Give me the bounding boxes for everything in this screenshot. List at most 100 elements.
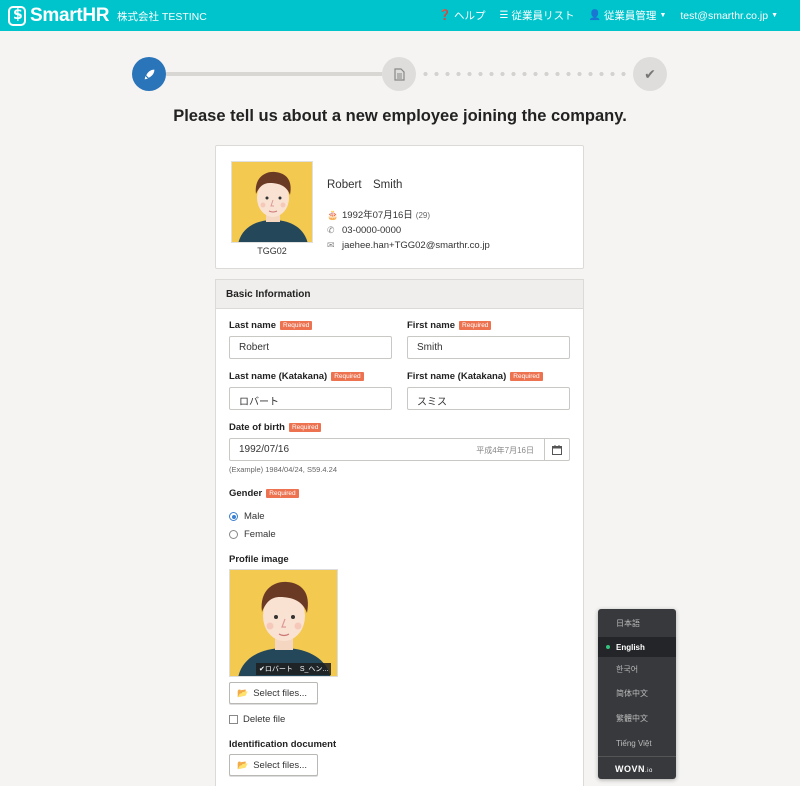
dob-example: (Example) 1984/04/24, S59.4.24 (229, 465, 337, 474)
wovn-brand-suffix: .io (645, 768, 653, 774)
select-files-label: Select files... (253, 687, 308, 699)
step-1-rocket (132, 57, 166, 91)
required-badge: Required (288, 423, 322, 432)
wovn-brand: WOVN (615, 764, 645, 774)
logo-icon (8, 6, 26, 26)
phone-row: ✆ 03-0000-0000 (327, 223, 490, 238)
first-name-label: First name Required (407, 320, 492, 331)
employee-name: Robert Smith (327, 179, 403, 191)
wovn-logo[interactable]: WOVN.io (615, 764, 653, 774)
profile-file-name: ✔ロバート S_ヘン... (256, 663, 332, 675)
lang-traditional-chinese[interactable]: 繁體中文 (598, 708, 676, 728)
dob-value: 1992/07/16 (239, 444, 290, 455)
first-name-kana-label: First name (Katakana) Required (407, 371, 543, 382)
avatar-illustration (232, 162, 312, 242)
last-name-input[interactable]: Robert (229, 336, 392, 359)
last-name-label-text: Last name (229, 320, 276, 331)
last-name-kana-input[interactable]: ロバート (229, 387, 392, 410)
document-icon (393, 67, 405, 81)
caret-down-icon: ▼ (659, 12, 667, 19)
first-name-label-text: First name (407, 320, 456, 331)
calendar-button[interactable] (544, 439, 569, 460)
list-icon: ☰ (499, 10, 509, 21)
gender-label: Gender Required (229, 488, 299, 499)
help-label: ヘルプ (454, 10, 486, 22)
gender-male-label: Male (244, 511, 265, 522)
user-email: test@smarthr.co.jp (680, 9, 769, 22)
required-badge: Required (459, 321, 492, 330)
smarthr-logo[interactable]: SmartHR (8, 5, 110, 27)
rocket-icon (144, 69, 154, 79)
phone-icon: ✆ (327, 225, 335, 235)
employee-summary-card: TGG02 Robert Smith 🎂 1992年07月16日 (29) ✆ … (215, 145, 584, 269)
employee-code: TGG02 (257, 246, 287, 256)
first-name-input[interactable]: Smith (407, 336, 570, 359)
lang-korean[interactable]: 한국어 (598, 659, 676, 679)
step-2-document (382, 57, 416, 91)
birth-date: 1992年07月16日 (342, 210, 413, 221)
first-name-kana-input[interactable]: スミス (407, 387, 570, 410)
required-badge: Required (266, 489, 299, 498)
select-id-files-button[interactable]: 📂 Select files... (229, 754, 318, 776)
employee-management-menu[interactable]: 👤 従業員管理 ▼ (588, 8, 666, 23)
dob-label-text: Date of birth (229, 422, 285, 433)
delete-file-checkbox[interactable]: Delete file (229, 714, 285, 725)
folder-open-icon: 📂 (237, 759, 249, 770)
calendar-icon (552, 444, 562, 455)
page-title: Please tell us about a new employee join… (173, 107, 627, 125)
select-files-label: Select files... (253, 759, 308, 771)
user-menu[interactable]: test@smarthr.co.jp ▼ (680, 8, 778, 23)
birth-row: 🎂 1992年07月16日 (29) (327, 208, 490, 223)
email-address: jaehee.han+TGG02@smarthr.co.jp (342, 240, 490, 251)
top-header: SmartHR 株式会社 TESTINC ❓ ヘルプ ☰ 従業員リスト 👤 従業… (0, 0, 800, 31)
lang-english[interactable]: English (598, 637, 676, 657)
caret-down-icon: ▼ (771, 12, 778, 19)
checkbox-icon (229, 715, 238, 724)
stepper-dotted-line (420, 72, 630, 76)
question-circle-icon: ❓ (438, 10, 452, 21)
select-files-button[interactable]: 📂 Select files... (229, 682, 318, 704)
age: (29) (415, 211, 431, 220)
help-link[interactable]: ❓ ヘルプ (439, 8, 486, 23)
divider (598, 756, 676, 757)
section-title: Basic Information (216, 280, 583, 309)
required-badge: Required (280, 321, 313, 330)
folder-open-icon: 📂 (237, 687, 249, 698)
employee-avatar (231, 161, 313, 243)
gender-label-text: Gender (229, 488, 263, 499)
gender-female-label: Female (244, 529, 276, 540)
stepper-line (166, 72, 382, 76)
required-badge: Required (510, 372, 543, 381)
radio-selected-icon (229, 512, 238, 521)
profile-image-preview: ✔ロバート S_ヘン... (229, 569, 338, 677)
radio-unselected-icon (229, 530, 238, 539)
first-name-kana-label-text: First name (Katakana) (407, 371, 507, 382)
profile-illustration (230, 570, 337, 676)
envelope-icon: ✉ (327, 240, 335, 250)
gender-male-radio[interactable]: Male (229, 511, 265, 522)
check-icon: ✔ (644, 65, 656, 82)
profile-image-label: Profile image (229, 554, 289, 565)
phone-number: 03-0000-0000 (342, 225, 402, 236)
gender-female-radio[interactable]: Female (229, 529, 276, 540)
header-nav: ❓ ヘルプ ☰ 従業員リスト 👤 従業員管理 ▼ test@smarthr.co… (425, 8, 778, 23)
last-name-kana-label-text: Last name (Katakana) (229, 371, 328, 382)
id-document-label: Identification document (229, 739, 337, 750)
lang-vietnamese[interactable]: Tiếng Việt (598, 733, 676, 753)
language-switcher: 日本語 English 한국어 简体中文 繁體中文 Tiếng Việt WOV… (598, 609, 676, 779)
dob-label: Date of birth Required (229, 422, 322, 433)
user-icon: 👤 (588, 10, 601, 21)
dob-input[interactable]: 1992/07/16 平成4年7月16日 (229, 438, 570, 461)
email-row: ✉ jaehee.han+TGG02@smarthr.co.jp (327, 238, 490, 253)
employee-management-label: 従業員管理 (603, 10, 657, 22)
lang-japanese[interactable]: 日本語 (598, 613, 676, 633)
delete-file-label: Delete file (243, 714, 286, 725)
employee-details: 🎂 1992年07月16日 (29) ✆ 03-0000-0000 ✉ jaeh… (327, 208, 490, 253)
lang-simplified-chinese[interactable]: 简体中文 (598, 683, 676, 703)
employee-list-label: 従業員リスト (511, 10, 575, 22)
last-name-kana-label: Last name (Katakana) Required (229, 371, 364, 382)
employee-list-link[interactable]: ☰ 従業員リスト (500, 8, 575, 23)
dob-era-hint: 平成4年7月16日 (476, 446, 534, 455)
step-3-check: ✔ (633, 57, 667, 91)
company-name: 株式会社 TESTINC (117, 11, 207, 23)
